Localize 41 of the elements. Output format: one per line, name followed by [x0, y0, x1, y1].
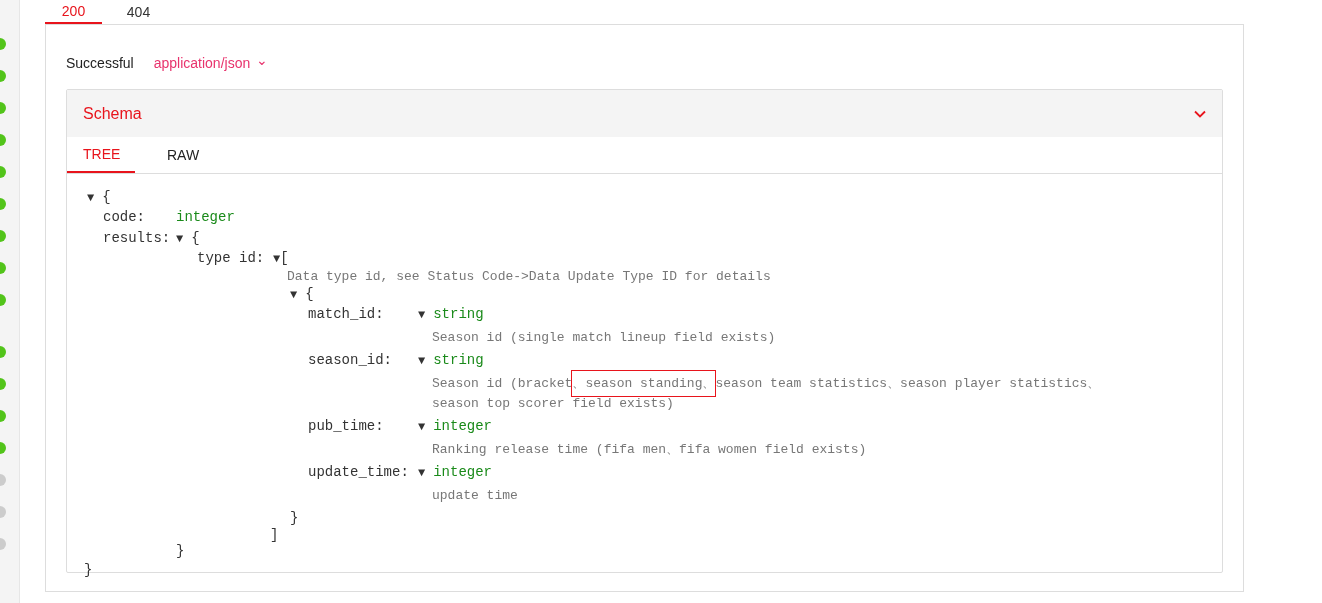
field-type: integer	[433, 417, 492, 436]
bracket: {	[191, 229, 200, 248]
field-type: integer	[433, 463, 492, 482]
bracket: }	[290, 509, 299, 528]
field-key: type id:	[197, 249, 273, 268]
collapse-toggle[interactable]: ▼	[273, 250, 281, 269]
field-type: string	[433, 351, 484, 370]
response-description: Successful	[66, 55, 134, 71]
field-description: Season id (single match lineup field exists)	[432, 329, 777, 347]
field-description: Season id (bracket、season standing、season team statistics、season player statistics、season top scorer field exists)	[432, 371, 1144, 417]
status-code-tab[interactable]: 404	[110, 0, 167, 24]
field-key: match_id:	[308, 305, 418, 324]
chevron-icon[interactable]	[1194, 109, 1206, 118]
view-tab[interactable]: RAW	[151, 137, 219, 173]
collapse-toggle[interactable]: ▼	[176, 230, 184, 249]
field-key: season_id:	[308, 351, 418, 370]
content-type-dropdown[interactable]: application/json ⌄	[153, 55, 269, 71]
field-description: Ranking release time (fifa men、fifa women field exists)	[432, 441, 868, 459]
bracket: {	[305, 285, 314, 304]
collapse-toggle[interactable]: ▼	[418, 352, 426, 371]
bracket: {	[102, 188, 111, 207]
field-description: Data type id, see Status Code->Data Update Type ID for details	[287, 269, 772, 285]
field-key: code:	[103, 208, 176, 227]
field-type: string	[433, 305, 484, 324]
field-key: pub_time:	[308, 417, 418, 436]
collapse-toggle[interactable]: ▼	[290, 286, 298, 305]
schema-header[interactable]: Schema	[67, 90, 1222, 137]
field-key: results:	[103, 229, 176, 248]
field-type: integer	[176, 208, 235, 227]
collapse-toggle[interactable]: ▼	[418, 464, 426, 483]
bracket: ]	[270, 528, 279, 542]
field-description: update time	[432, 487, 519, 505]
status-code-tab[interactable]: 200	[45, 0, 102, 24]
collapse-toggle[interactable]: ▼	[418, 418, 426, 437]
bracket: }	[176, 542, 185, 561]
collapse-toggle[interactable]: ▼	[87, 189, 95, 208]
bracket: [	[280, 249, 289, 268]
collapse-toggle[interactable]: ▼	[418, 306, 426, 325]
view-tab[interactable]: TREE	[67, 137, 135, 173]
bracket: }	[84, 561, 93, 580]
field-key: update_time:	[308, 463, 418, 482]
